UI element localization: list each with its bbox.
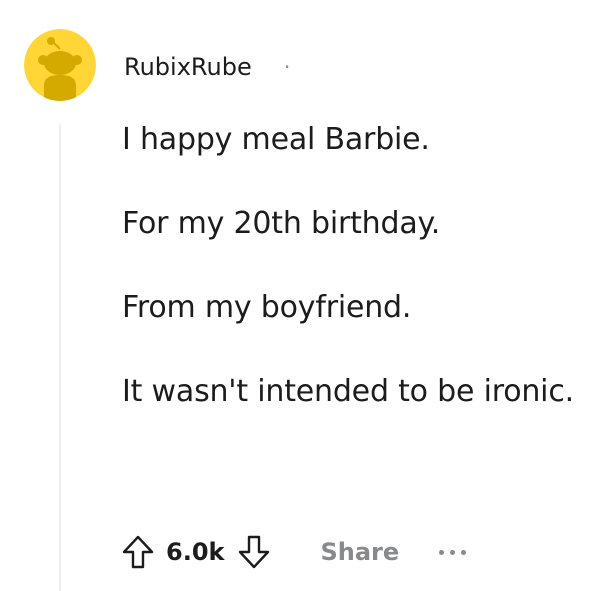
comment-paragraph: I happy meal Barbie. bbox=[122, 122, 430, 157]
separator-dot: · bbox=[284, 55, 291, 79]
upvote-arrow-icon bbox=[122, 535, 154, 569]
downvote-button[interactable] bbox=[234, 532, 274, 572]
snoo-avatar-icon bbox=[24, 29, 96, 101]
upvote-button[interactable] bbox=[118, 532, 158, 572]
downvote-arrow-icon bbox=[239, 535, 270, 569]
comment-actions: 6.0k Share bbox=[118, 528, 467, 576]
more-dot bbox=[439, 549, 445, 555]
comment-author[interactable]: RubixRube bbox=[124, 49, 252, 85]
share-button[interactable]: Share bbox=[320, 538, 399, 566]
more-dot bbox=[461, 549, 467, 555]
comment-paragraph: From my boyfriend. bbox=[122, 290, 412, 325]
avatar[interactable] bbox=[24, 29, 96, 101]
more-dot bbox=[450, 549, 456, 555]
comment-paragraph: For my 20th birthday. bbox=[122, 206, 441, 241]
more-options-icon[interactable] bbox=[439, 542, 467, 562]
comment-paragraph: It wasn't intended to be ironic. bbox=[122, 374, 574, 409]
comment-body: I happy meal Barbie. For my 20th birthda… bbox=[122, 117, 577, 453]
vote-score: 6.0k bbox=[166, 538, 225, 566]
thread-line[interactable] bbox=[59, 124, 61, 591]
